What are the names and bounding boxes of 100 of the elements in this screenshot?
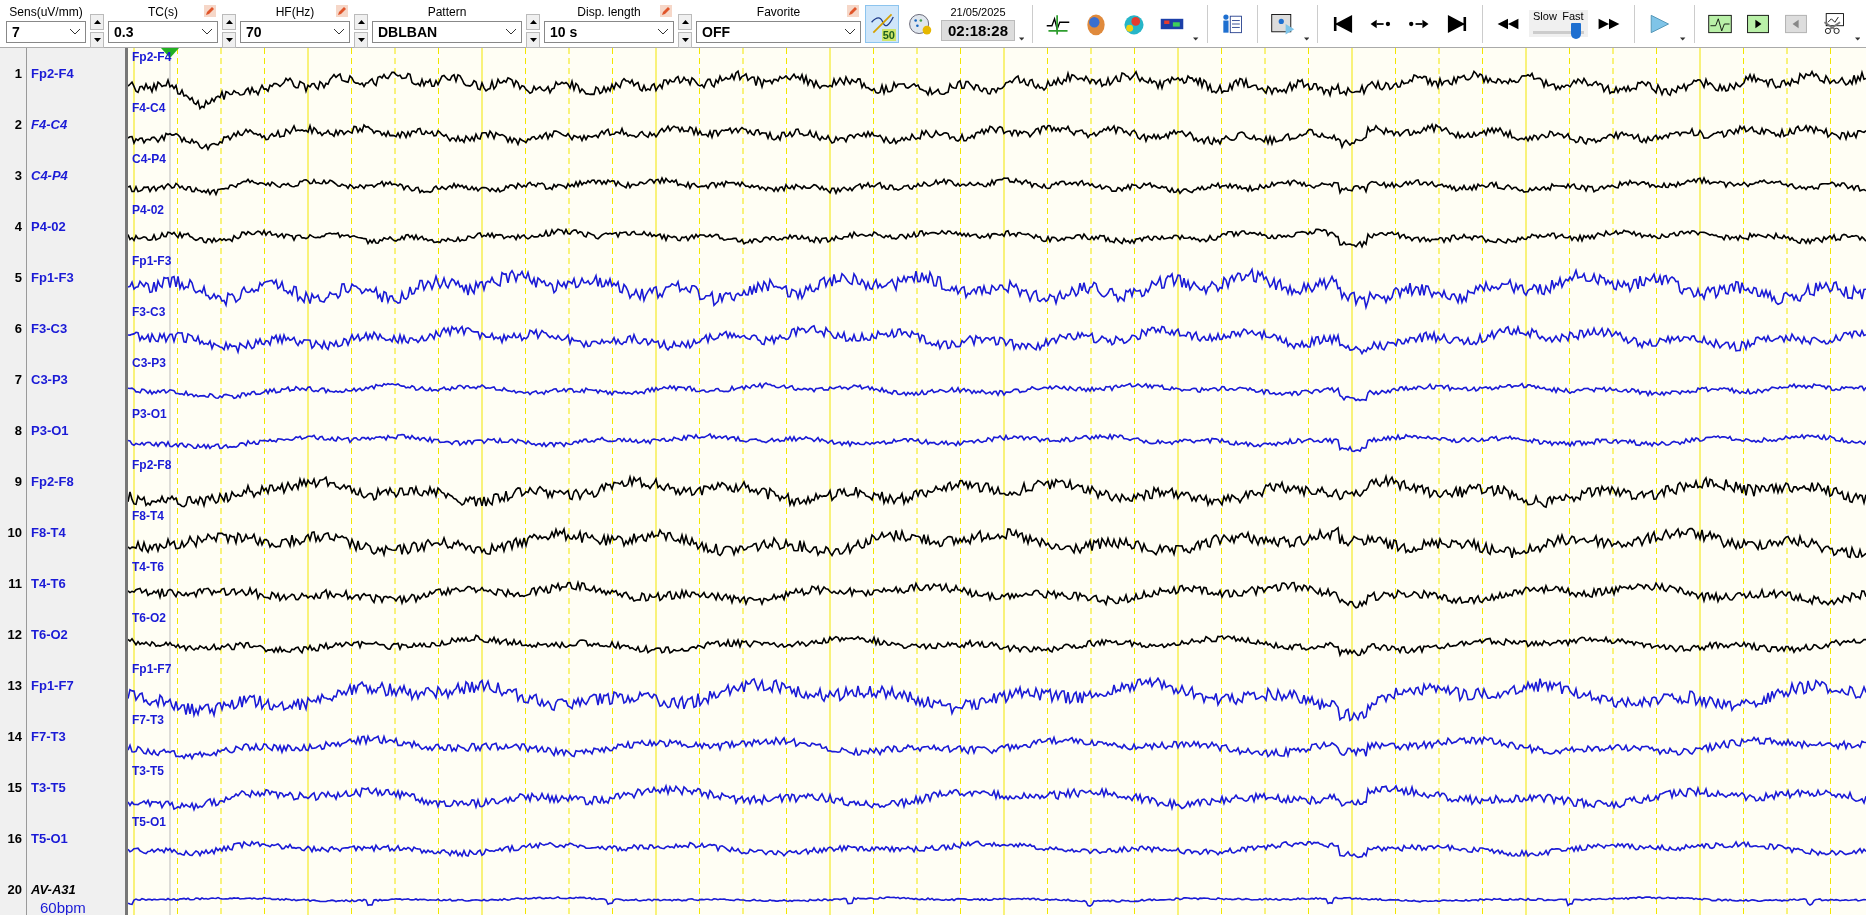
channel-label[interactable]: P3-O1	[26, 405, 125, 456]
channel-label[interactable]: T5-O1	[26, 813, 125, 864]
down-arrow-icon	[529, 37, 537, 42]
chevron-icon	[70, 28, 80, 35]
channel-number: 8	[13, 423, 22, 438]
trace-label: F7-T3	[132, 713, 164, 727]
dropdown[interactable]: 7	[6, 20, 86, 43]
spin-down-button[interactable]	[222, 31, 236, 48]
spin-up-button[interactable]	[222, 13, 236, 30]
channel-number: 15	[6, 780, 22, 795]
fast-label: Fast	[1562, 10, 1584, 22]
down-arrow-icon	[93, 37, 101, 42]
spin-up-button[interactable]	[526, 13, 540, 30]
chevron-icon	[202, 28, 212, 35]
spin-down-button[interactable]	[678, 31, 692, 48]
trace-label: C4-P4	[132, 152, 166, 166]
spin-up-button[interactable]	[354, 13, 368, 30]
channel-label[interactable]: F3-C3	[26, 303, 125, 354]
trace-label: C3-P3	[132, 356, 166, 370]
down-arrow-icon	[681, 37, 689, 42]
spin-up-button[interactable]	[678, 13, 692, 30]
dropdown[interactable]: 0.3	[108, 20, 218, 43]
channel-number: 12	[6, 627, 22, 642]
trace-label: Fp1-F7	[132, 662, 172, 676]
trace-label: T3-T5	[132, 764, 164, 778]
time-display[interactable]: 02:18:28	[941, 20, 1016, 41]
trace-label: F4-C4	[132, 101, 166, 115]
channel-label[interactable]: C4-P4	[26, 150, 125, 201]
channel-number: 10	[6, 525, 22, 540]
channel-label[interactable]: Fp2-F8	[26, 456, 125, 507]
channel-label[interactable]: F4-C4	[26, 99, 125, 150]
dropdown[interactable]: DBLBAN	[372, 20, 522, 43]
trace-label: T6-O2	[132, 611, 166, 625]
trace-label: Fp1-F3	[132, 254, 172, 268]
dropdown-caret-icon[interactable]	[1854, 37, 1860, 41]
pencil-icon[interactable]	[660, 4, 672, 17]
channel-label[interactable]: Fp1-F3	[26, 252, 125, 303]
channel-label[interactable]: T3-T5	[26, 762, 125, 813]
channel-number: 16	[6, 831, 22, 846]
channel-number: 7	[13, 372, 22, 387]
spin-down-button[interactable]	[90, 31, 104, 48]
trace-label: T5-O1	[132, 815, 166, 829]
dropdown[interactable]: OFF	[696, 20, 861, 43]
chevron-icon	[334, 28, 344, 35]
channel-label[interactable]: Fp2-F4	[26, 48, 125, 99]
channel-number: 14	[6, 729, 22, 744]
pencil-icon[interactable]	[336, 4, 348, 17]
chevron-icon	[845, 28, 855, 35]
channel-number: 3	[13, 168, 22, 183]
trace-label: P4-02	[132, 203, 165, 217]
channel-label[interactable]: Fp1-F7	[26, 660, 125, 711]
trace-label: Fp2-F8	[132, 458, 172, 472]
channel-label[interactable]: C3-P3	[26, 354, 125, 405]
channel-label[interactable]: T4-T6	[26, 558, 125, 609]
up-arrow-icon	[357, 19, 365, 24]
slow-label: Slow	[1533, 10, 1557, 22]
pencil-icon[interactable]	[847, 4, 859, 17]
scale-button[interactable]: 50	[865, 4, 899, 43]
spin-down-button[interactable]	[526, 31, 540, 48]
channel-number: 4	[13, 219, 22, 234]
channel-number: 9	[13, 474, 22, 489]
trace-label: Fp2-F4	[132, 50, 172, 64]
chevron-icon	[506, 28, 516, 35]
channel-number: 5	[13, 270, 22, 285]
field-label: Disp. length	[577, 4, 641, 19]
channel-label[interactable]: P4-02	[26, 201, 125, 252]
field-label: Favorite	[756, 4, 801, 19]
trace-label: F3-C3	[132, 305, 166, 319]
dropdown-caret-icon[interactable]	[1193, 37, 1199, 41]
trace-label: T4-T6	[132, 560, 164, 574]
spin-up-button[interactable]	[90, 13, 104, 30]
up-arrow-icon	[225, 19, 233, 24]
channel-number: 13	[6, 678, 22, 693]
dropdown-caret-icon[interactable]	[1680, 37, 1686, 41]
dropdown[interactable]: 10 s	[544, 20, 674, 43]
channel-label[interactable]: F7-T3	[26, 711, 125, 762]
up-arrow-icon	[529, 19, 537, 24]
channel-label[interactable]: F8-T4	[26, 507, 125, 558]
dropdown-caret-icon[interactable]	[1304, 37, 1310, 41]
pencil-icon[interactable]	[204, 4, 216, 17]
trace-label: F8-T4	[132, 509, 164, 523]
field-label: Pattern	[427, 4, 467, 19]
scale-badge: 50	[881, 28, 896, 41]
down-arrow-icon	[225, 37, 233, 42]
date-text: 21/05/2025	[950, 6, 1006, 18]
spin-down-button[interactable]	[354, 31, 368, 48]
dropdown[interactable]: 70	[240, 20, 350, 43]
channel-label[interactable]: T6-O2	[26, 609, 125, 660]
dropdown-caret-icon[interactable]	[1019, 37, 1025, 41]
speed-slider-thumb[interactable]	[1571, 23, 1582, 39]
down-arrow-icon	[357, 37, 365, 42]
channel-number: 2	[13, 117, 22, 132]
channel-number: 11	[7, 576, 22, 591]
field-label: TC(s)	[148, 4, 178, 19]
field-label: HF(Hz)	[275, 4, 315, 19]
channel-number: 1	[13, 66, 22, 81]
trace-label: P3-O1	[132, 407, 167, 421]
up-arrow-icon	[93, 19, 101, 24]
chevron-icon	[658, 28, 668, 35]
channel-number: 20	[6, 882, 22, 897]
